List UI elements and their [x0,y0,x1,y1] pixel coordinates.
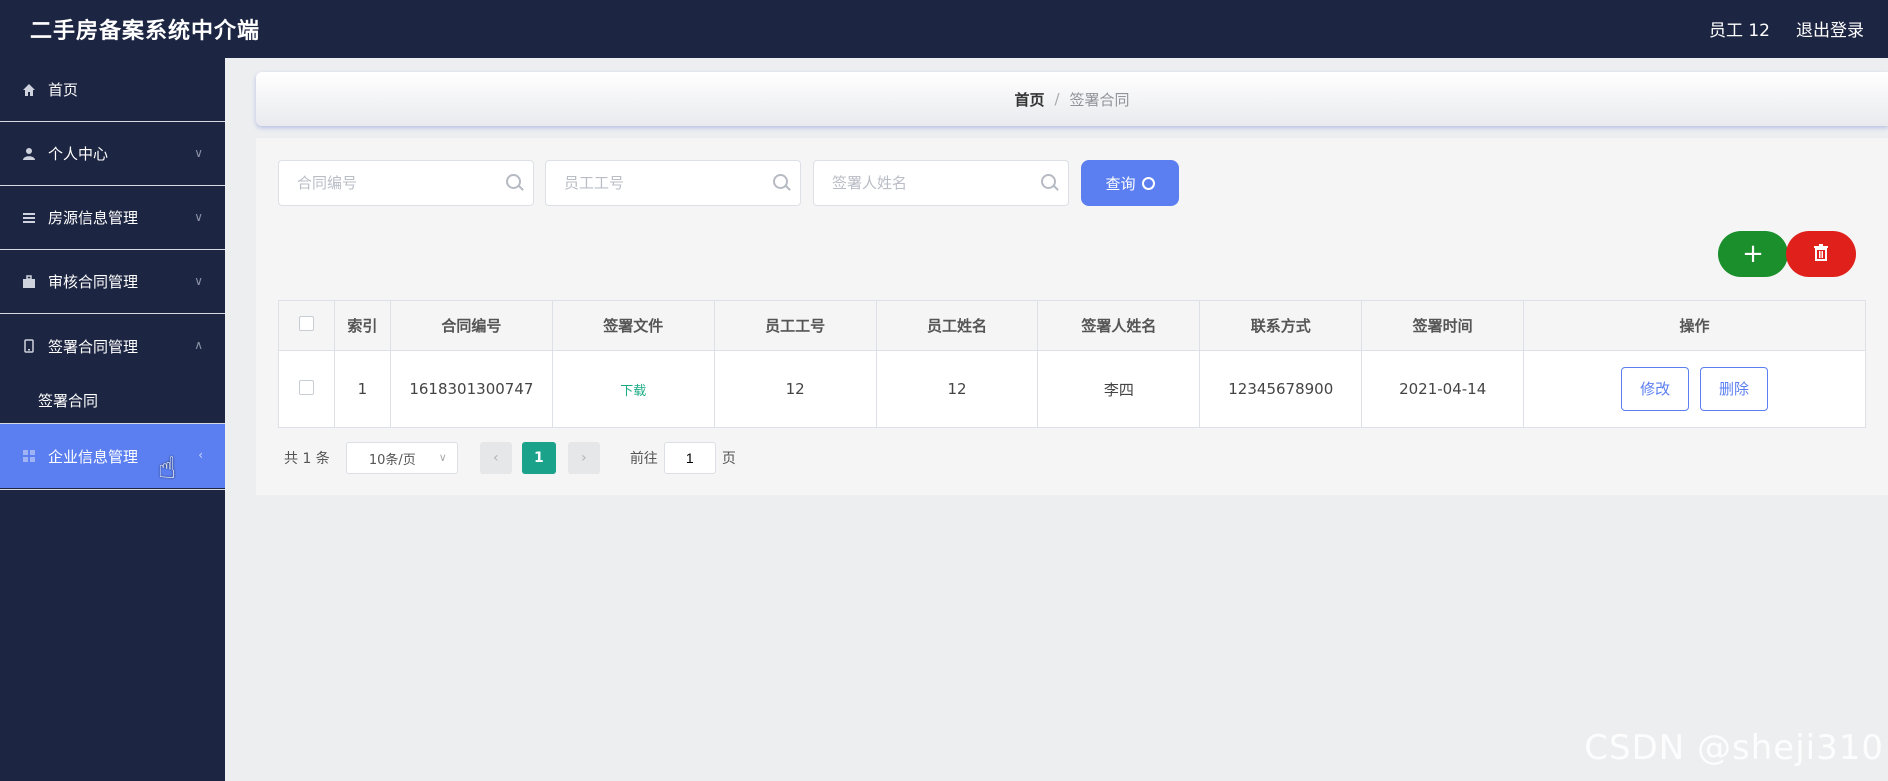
sidebar-item-label: 首页 [48,81,79,99]
cell-phone: 12345678900 [1199,350,1363,428]
trash-icon [1813,243,1829,266]
search-icon [773,174,788,189]
cell-index: 1 [333,350,391,428]
table-row: 1 1618301300747 下载 12 12 李四 12345678900 … [278,350,1866,428]
chevron-left-icon: ‹ [198,448,203,462]
chevron-right-icon: › [581,450,587,466]
sidebar-item-profile[interactable]: 个人中心 ∨ [0,122,225,186]
breadcrumb-separator: / [1054,90,1060,108]
page-size-value: 10条/页 [368,452,416,468]
table-header-row: 索引 合同编号 签署文件 员工工号 员工姓名 签署人姓名 联系方式 签署时间 操… [278,300,1866,351]
sidebar-item-home[interactable]: 首页 [0,58,225,122]
logout-link[interactable]: 退出登录 [1796,16,1864,41]
hand-cursor-icon: ☝ [158,451,177,486]
sidebar-item-label: 个人中心 [48,145,109,163]
top-bar: 二手房备案系统中介端 员工 12 退出登录 [0,0,1888,58]
column-header: 操作 [1523,300,1866,351]
top-right-area: 员工 12 退出登录 [1709,16,1864,41]
cell-contract-no: 1618301300747 [389,350,553,428]
sidebar-item-sign-contracts[interactable]: 签署合同管理 ∧ [0,314,225,378]
signer-name-input[interactable] [832,174,1032,192]
cell-employee-no: 12 [713,350,877,428]
prev-page-button[interactable]: ‹ [479,442,512,474]
cell-signer-name: 李四 [1037,350,1201,428]
app-title: 二手房备案系统中介端 [30,19,261,44]
column-header: 联系方式 [1199,300,1363,351]
search-icon [1141,176,1155,190]
briefcase-icon [20,273,38,291]
edit-button[interactable]: 修改 [1621,367,1690,411]
chevron-down-icon: ∨ [194,210,203,224]
chevron-down-icon: ∨ [194,146,203,160]
breadcrumb-home[interactable]: 首页 [1014,89,1044,110]
breadcrumb: 首页 / 签署合同 [256,72,1888,126]
signer-name-search[interactable] [813,160,1069,206]
sidebar-item-label: 签署合同管理 [48,337,139,356]
column-header: 员工工号 [713,300,877,351]
row-checkbox[interactable] [298,379,314,395]
sidebar-item-label: 审核合同管理 [48,273,139,291]
sidebar-divider [0,488,225,490]
contract-no-search[interactable] [278,160,534,206]
sidebar: 首页 个人中心 ∨ 房源信息管理 ∨ 审核合同管理 ∨ 签署合同管理 ∧ 签署合… [0,58,225,781]
sidebar-item-company-info[interactable]: 企业信息管理 ‹ [0,424,225,488]
cell-sign-time: 2021-04-14 [1361,350,1525,428]
search-icon [506,174,521,189]
cell-file: 下载 [551,350,715,428]
sidebar-item-label: 企业信息管理 [48,447,139,466]
pagination-total: 共 1 条 [284,451,330,467]
column-header: 索引 [333,300,391,351]
goto-label: 前往 [629,451,658,467]
employee-no-search[interactable] [545,160,801,206]
select-all-checkbox[interactable] [298,316,314,331]
contracts-table: 索引 合同编号 签署文件 员工工号 员工姓名 签署人姓名 联系方式 签署时间 操… [278,300,1866,428]
main-content: 查询 + 索引 合同编号 签署文件 员工工号 员工姓名 签署人姓名 联系方式 签… [256,138,1888,495]
chevron-up-icon: ∧ [194,338,203,352]
list-icon [20,209,38,227]
goto-page-input[interactable] [663,442,716,474]
column-header: 合同编号 [389,300,553,351]
sidebar-item-label: 房源信息管理 [48,209,139,227]
current-user[interactable]: 员工 12 [1709,16,1770,41]
chevron-down-icon: ∨ [194,274,203,288]
page-number-current[interactable]: 1 [521,442,556,474]
column-header: 员工姓名 [875,300,1039,351]
query-button[interactable]: 查询 [1081,160,1179,206]
chevron-left-icon: ‹ [493,450,499,466]
add-button[interactable]: + [1718,231,1788,277]
column-header: 签署时间 [1361,300,1525,351]
sidebar-subitem-label: 签署合同 [38,392,99,410]
delete-batch-button[interactable] [1786,231,1856,277]
contract-no-input[interactable] [297,174,497,192]
column-header: 签署人姓名 [1037,300,1201,351]
user-icon [20,145,38,163]
sidebar-item-review-contracts[interactable]: 审核合同管理 ∨ [0,250,225,314]
watermark: CSDN @sheji310 [1584,728,1884,768]
cell-employee-name: 12 [875,350,1039,428]
mobile-icon [20,337,38,355]
search-icon [1041,174,1056,189]
pagination: 共 1 条 10条/页 ∨ ‹ 1 › 前往 页 [284,442,736,474]
home-icon [20,81,38,99]
column-header: 签署文件 [551,300,715,351]
breadcrumb-current: 签署合同 [1069,90,1130,109]
page-size-select[interactable]: 10条/页 ∨ [345,442,458,474]
row-select-cell[interactable] [278,350,335,428]
page-suffix: 页 [721,451,736,467]
chevron-down-icon: ∨ [438,451,447,464]
grid-icon [20,447,38,465]
select-all-cell[interactable] [278,300,335,351]
download-link[interactable]: 下载 [620,384,646,399]
query-button-label: 查询 [1105,174,1136,193]
cell-actions: 修改 删除 [1523,350,1866,428]
employee-no-input[interactable] [564,174,764,192]
next-page-button[interactable]: › [567,442,600,474]
sidebar-subitem-sign-contract[interactable]: 签署合同 [0,378,225,424]
sidebar-item-listings[interactable]: 房源信息管理 ∨ [0,186,225,250]
delete-button[interactable]: 删除 [1699,367,1768,411]
